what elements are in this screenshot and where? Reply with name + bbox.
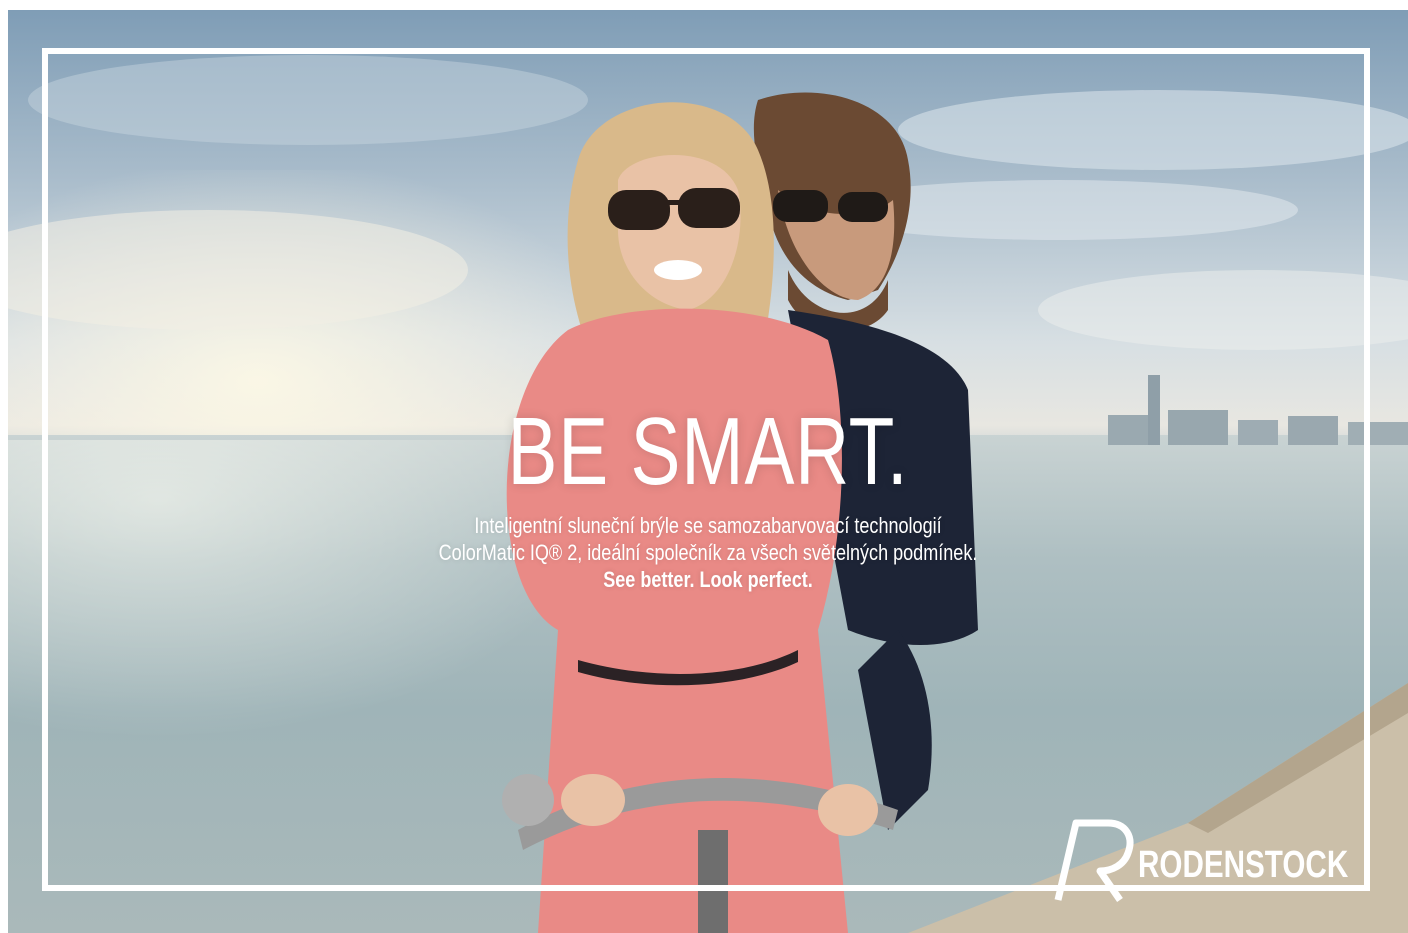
subtext-line-2: ColorMatic IQ® 2, ideální společník za v… [438, 540, 978, 565]
headline: BE SMART. [507, 398, 909, 505]
rodenstock-logo: RODENSTOCK [1048, 815, 1368, 905]
subtext-line-1: Inteligentní sluneční brýle se samozabar… [474, 513, 942, 538]
subtext: Inteligentní sluneční brýle se samozabar… [134, 512, 1282, 593]
advertisement: BE SMART. Inteligentní sluneční brýle se… [8, 10, 1408, 933]
logo-text: RODENSTOCK [1138, 844, 1349, 886]
tagline: See better. Look perfect. [603, 567, 813, 592]
rodenstock-r-mark-icon [1054, 819, 1134, 902]
